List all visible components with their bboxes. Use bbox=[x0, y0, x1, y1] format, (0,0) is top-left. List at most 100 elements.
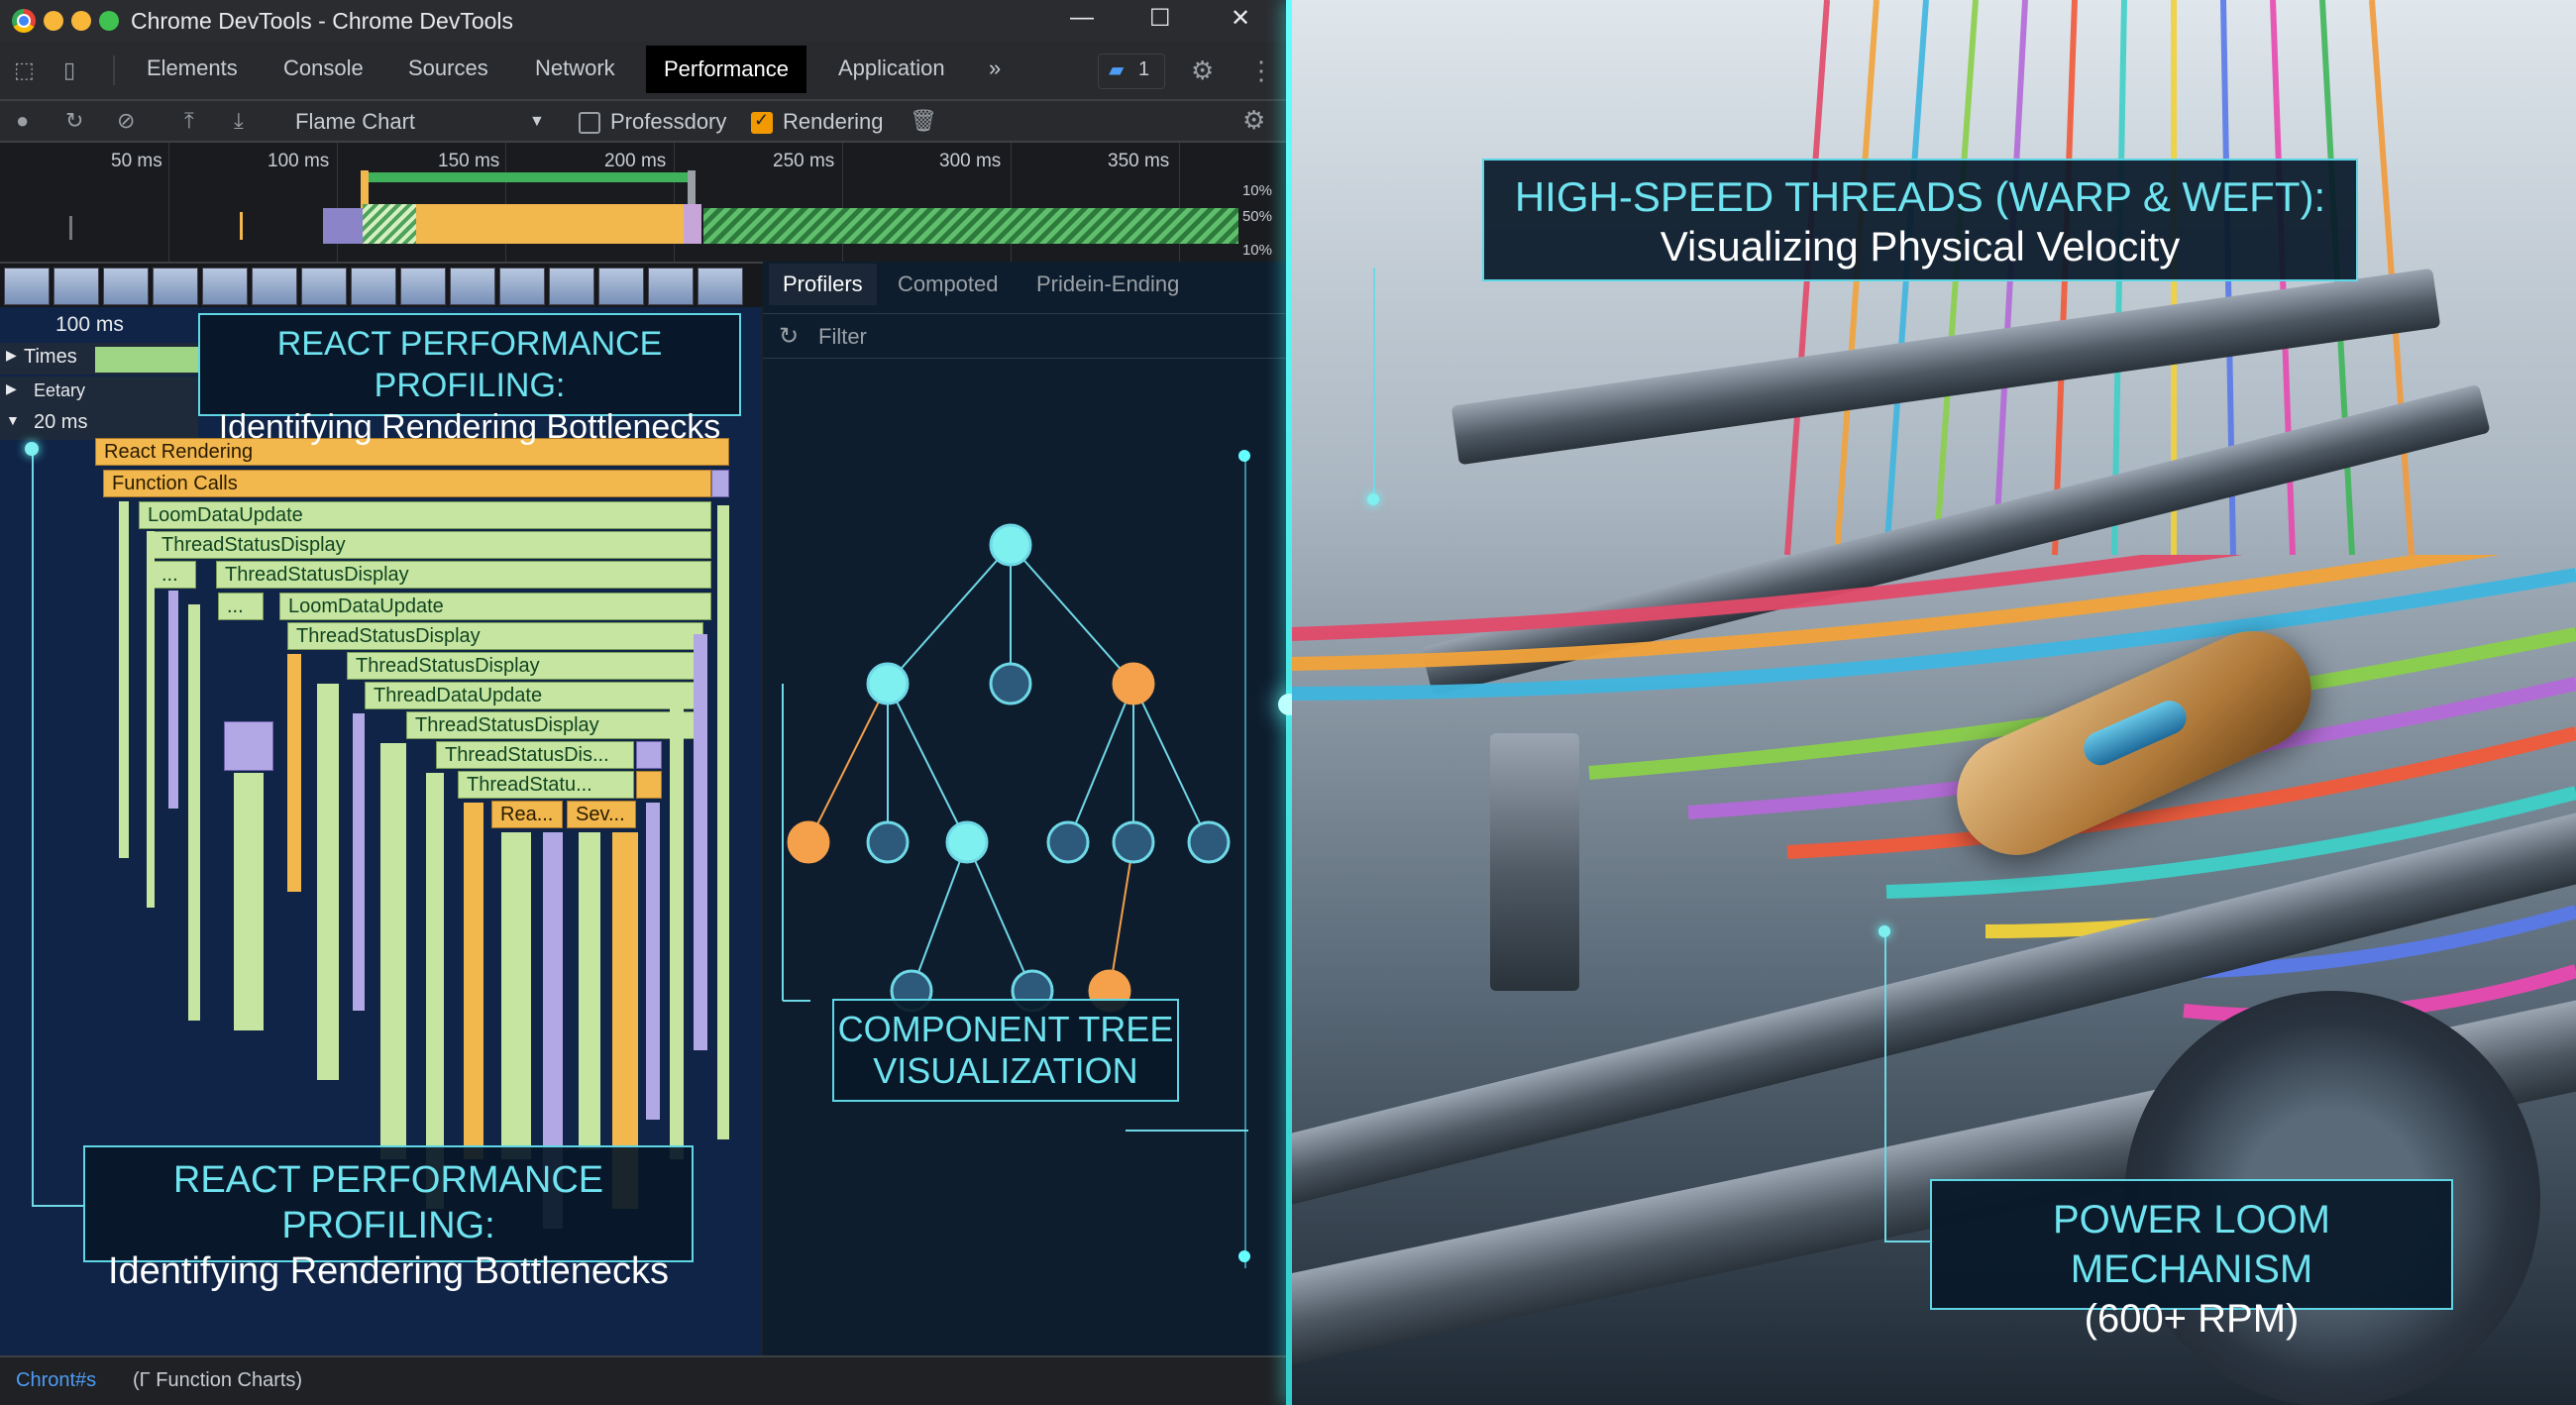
close-icon[interactable]: ✕ bbox=[1231, 4, 1250, 33]
flame-bar-function-calls[interactable]: Function Calls bbox=[103, 470, 711, 497]
flame-bar[interactable] bbox=[168, 591, 178, 809]
tab-console[interactable]: Console bbox=[283, 55, 364, 81]
flame-bar[interactable] bbox=[694, 634, 707, 1050]
flame-bar[interactable] bbox=[464, 803, 483, 1159]
tab-network[interactable]: Network bbox=[535, 55, 615, 81]
flame-bar[interactable] bbox=[636, 771, 662, 799]
flame-bar-threadstatusdisplay[interactable]: ThreadStatusDisplay bbox=[406, 711, 703, 739]
download-icon[interactable]: ⤓ bbox=[234, 108, 244, 134]
record-icon[interactable]: ● bbox=[16, 108, 29, 134]
rendering-checkbox[interactable] bbox=[751, 110, 773, 134]
tab-profilers[interactable]: Profilers bbox=[769, 264, 877, 305]
collapse-icon[interactable]: ▼ bbox=[6, 412, 20, 428]
filmstrip-frame[interactable] bbox=[103, 268, 149, 305]
flame-bar-threadstatusdisplay-truncated[interactable]: ThreadStatusDis... bbox=[436, 741, 634, 769]
track-eetary[interactable]: ▶ Eetary bbox=[0, 377, 198, 408]
flame-bar-threadstatus-truncated[interactable]: ThreadStatu... bbox=[458, 771, 634, 799]
capture-settings-icon[interactable]: ⚙ bbox=[1242, 105, 1265, 136]
selection-range-bar[interactable] bbox=[367, 172, 694, 182]
flame-bar[interactable] bbox=[646, 803, 660, 1120]
status-right[interactable]: (Γ Function Charts) bbox=[133, 1369, 302, 1392]
filmstrip-frame[interactable] bbox=[450, 268, 495, 305]
filmstrip-frame[interactable] bbox=[54, 268, 99, 305]
clear-icon[interactable]: ⊘ bbox=[117, 108, 135, 134]
filmstrip-frame[interactable] bbox=[153, 268, 198, 305]
screenshot-filmstrip[interactable] bbox=[0, 264, 763, 307]
settings-icon[interactable]: ⚙ bbox=[1191, 55, 1214, 86]
flame-bar[interactable] bbox=[717, 505, 729, 1139]
expand-icon[interactable]: ▶ bbox=[6, 380, 17, 397]
timeline-overview[interactable]: 50 ms 100 ms 150 ms 200 ms 250 ms 300 ms… bbox=[0, 143, 1286, 264]
track-20ms[interactable]: ▼ 20 ms bbox=[0, 408, 198, 440]
flame-bar[interactable] bbox=[224, 721, 273, 771]
view-select[interactable]: Flame Chart bbox=[295, 109, 415, 135]
status-left[interactable]: Chront#s bbox=[16, 1369, 96, 1392]
flame-bar[interactable] bbox=[287, 654, 301, 892]
flame-bar[interactable] bbox=[501, 832, 531, 1159]
tab-performance[interactable]: Performance bbox=[646, 46, 806, 93]
professdory-checkbox[interactable] bbox=[579, 112, 600, 134]
window-dot-icon[interactable] bbox=[71, 11, 91, 31]
callout-subtitle: Identifying Rendering Bottlenecks bbox=[107, 1250, 670, 1292]
more-icon[interactable]: ⋮ bbox=[1248, 55, 1274, 86]
refresh-icon[interactable]: ↻ bbox=[779, 322, 799, 351]
filter-bar[interactable]: ↻ Filter bbox=[763, 313, 1286, 359]
filmstrip-frame[interactable] bbox=[698, 268, 743, 305]
flame-bar-loomdataupdate[interactable]: LoomDataUpdate bbox=[279, 593, 711, 620]
filmstrip-frame[interactable] bbox=[598, 268, 644, 305]
minimize-icon[interactable]: — bbox=[1070, 4, 1094, 32]
chevron-down-icon[interactable]: ▼ bbox=[529, 113, 545, 131]
more-tabs-icon[interactable]: » bbox=[989, 55, 1001, 81]
flame-bar-threadstatusdisplay[interactable]: ThreadStatusDisplay bbox=[287, 622, 703, 650]
flame-bar-threadstatusdisplay[interactable]: ThreadStatusDisplay bbox=[153, 531, 711, 559]
flame-bar[interactable] bbox=[579, 832, 600, 1149]
trash-icon[interactable]: 🗑 bbox=[910, 108, 937, 134]
flame-bar-threadstatusdisplay[interactable]: ThreadStatusDisplay bbox=[347, 652, 703, 680]
flame-bar[interactable] bbox=[119, 501, 129, 858]
flame-bar-sev-truncated[interactable]: Sev... bbox=[567, 801, 636, 828]
flame-bar[interactable] bbox=[353, 713, 365, 1011]
filmstrip-frame[interactable] bbox=[549, 268, 594, 305]
flame-bar-threaddataupdate[interactable]: ThreadDataUpdate bbox=[365, 682, 703, 709]
track-label: 20 ms bbox=[34, 411, 88, 433]
tab-compoted[interactable]: Compoted bbox=[898, 271, 999, 297]
tab-application[interactable]: Application bbox=[838, 55, 945, 81]
flame-bar[interactable] bbox=[188, 604, 200, 1021]
filmstrip-frame[interactable] bbox=[4, 268, 50, 305]
flame-bar-ellipsis[interactable]: ... bbox=[153, 561, 196, 589]
filmstrip-frame[interactable] bbox=[648, 268, 694, 305]
upload-icon[interactable]: ⤒ bbox=[184, 108, 194, 134]
filmstrip-frame[interactable] bbox=[400, 268, 446, 305]
scroll-track[interactable] bbox=[1244, 456, 1246, 1268]
flame-bar-threadstatusdisplay[interactable]: ThreadStatusDisplay bbox=[216, 561, 711, 589]
flame-bar[interactable] bbox=[636, 741, 662, 769]
filmstrip-frame[interactable] bbox=[202, 268, 248, 305]
window-dot-icon[interactable] bbox=[99, 11, 119, 31]
filmstrip-frame[interactable] bbox=[351, 268, 396, 305]
tab-pridein-ending[interactable]: Pridein-Ending bbox=[1036, 271, 1179, 297]
tab-elements[interactable]: Elements bbox=[147, 55, 238, 81]
flame-bar[interactable] bbox=[380, 743, 406, 1159]
flame-bar[interactable] bbox=[234, 773, 264, 1030]
expand-icon[interactable]: ▶ bbox=[6, 347, 17, 364]
issues-button[interactable]: ▰ 1 bbox=[1098, 54, 1165, 89]
tab-sources[interactable]: Sources bbox=[408, 55, 488, 81]
maximize-icon[interactable]: ☐ bbox=[1149, 4, 1171, 33]
device-icon[interactable]: ▯ bbox=[63, 57, 75, 83]
window-dot-icon[interactable] bbox=[44, 11, 63, 31]
flame-bar-ellipsis[interactable]: ... bbox=[218, 593, 264, 620]
reload-icon[interactable]: ↻ bbox=[65, 108, 83, 134]
ruler-label: 350 ms bbox=[1108, 151, 1170, 171]
flame-bar[interactable] bbox=[711, 470, 729, 497]
flame-bar[interactable] bbox=[317, 684, 339, 1080]
inspect-icon[interactable]: ⬚ bbox=[14, 57, 35, 83]
filmstrip-frame[interactable] bbox=[499, 268, 545, 305]
filter-input[interactable]: Filter bbox=[818, 324, 867, 350]
filmstrip-frame[interactable] bbox=[252, 268, 297, 305]
flame-bar-loomdataupdate[interactable]: LoomDataUpdate bbox=[139, 501, 711, 529]
filmstrip-frame[interactable] bbox=[301, 268, 347, 305]
flame-bar-rea-truncated[interactable]: Rea... bbox=[491, 801, 563, 828]
flame-bar[interactable] bbox=[147, 531, 155, 908]
flame-bar[interactable] bbox=[426, 773, 444, 1209]
flame-bar[interactable] bbox=[670, 703, 684, 1159]
